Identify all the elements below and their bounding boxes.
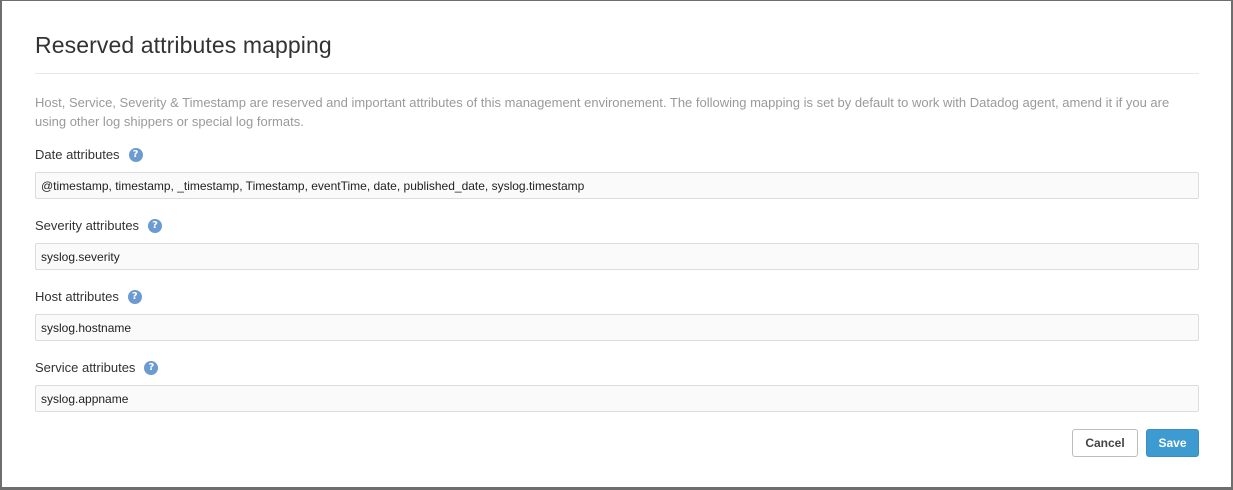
service-attributes-help-icon[interactable]: ? [144,360,159,375]
service-attributes-input[interactable] [35,385,1199,412]
service-attributes-label: Service attributes ? [35,360,159,375]
service-attributes-label-text: Service attributes [35,360,136,375]
cancel-button[interactable]: Cancel [1072,429,1138,457]
host-attributes-input[interactable] [35,314,1199,341]
host-attributes-help-icon[interactable]: ? [127,289,142,304]
severity-attributes-label: Severity attributes ? [35,218,163,233]
host-attributes-label-text: Host attributes [35,289,119,304]
severity-attributes-label-text: Severity attributes [35,218,140,233]
dialog: Reserved attributes mapping Host, Servic… [0,0,1233,490]
dialog-description: Host, Service, Severity & Timestamp are … [35,95,1170,129]
dialog-title: Reserved attributes mapping [35,32,332,58]
date-attributes-label: Date attributes ? [35,147,143,162]
date-attributes-input[interactable] [35,172,1199,199]
host-attributes-label: Host attributes ? [35,289,142,304]
severity-attributes-help-icon[interactable]: ? [148,218,163,233]
title-divider [35,73,1199,74]
date-attributes-label-text: Date attributes [35,147,120,162]
date-attributes-help-icon[interactable]: ? [128,147,143,162]
severity-attributes-input[interactable] [35,243,1199,270]
save-button[interactable]: Save [1146,429,1199,457]
